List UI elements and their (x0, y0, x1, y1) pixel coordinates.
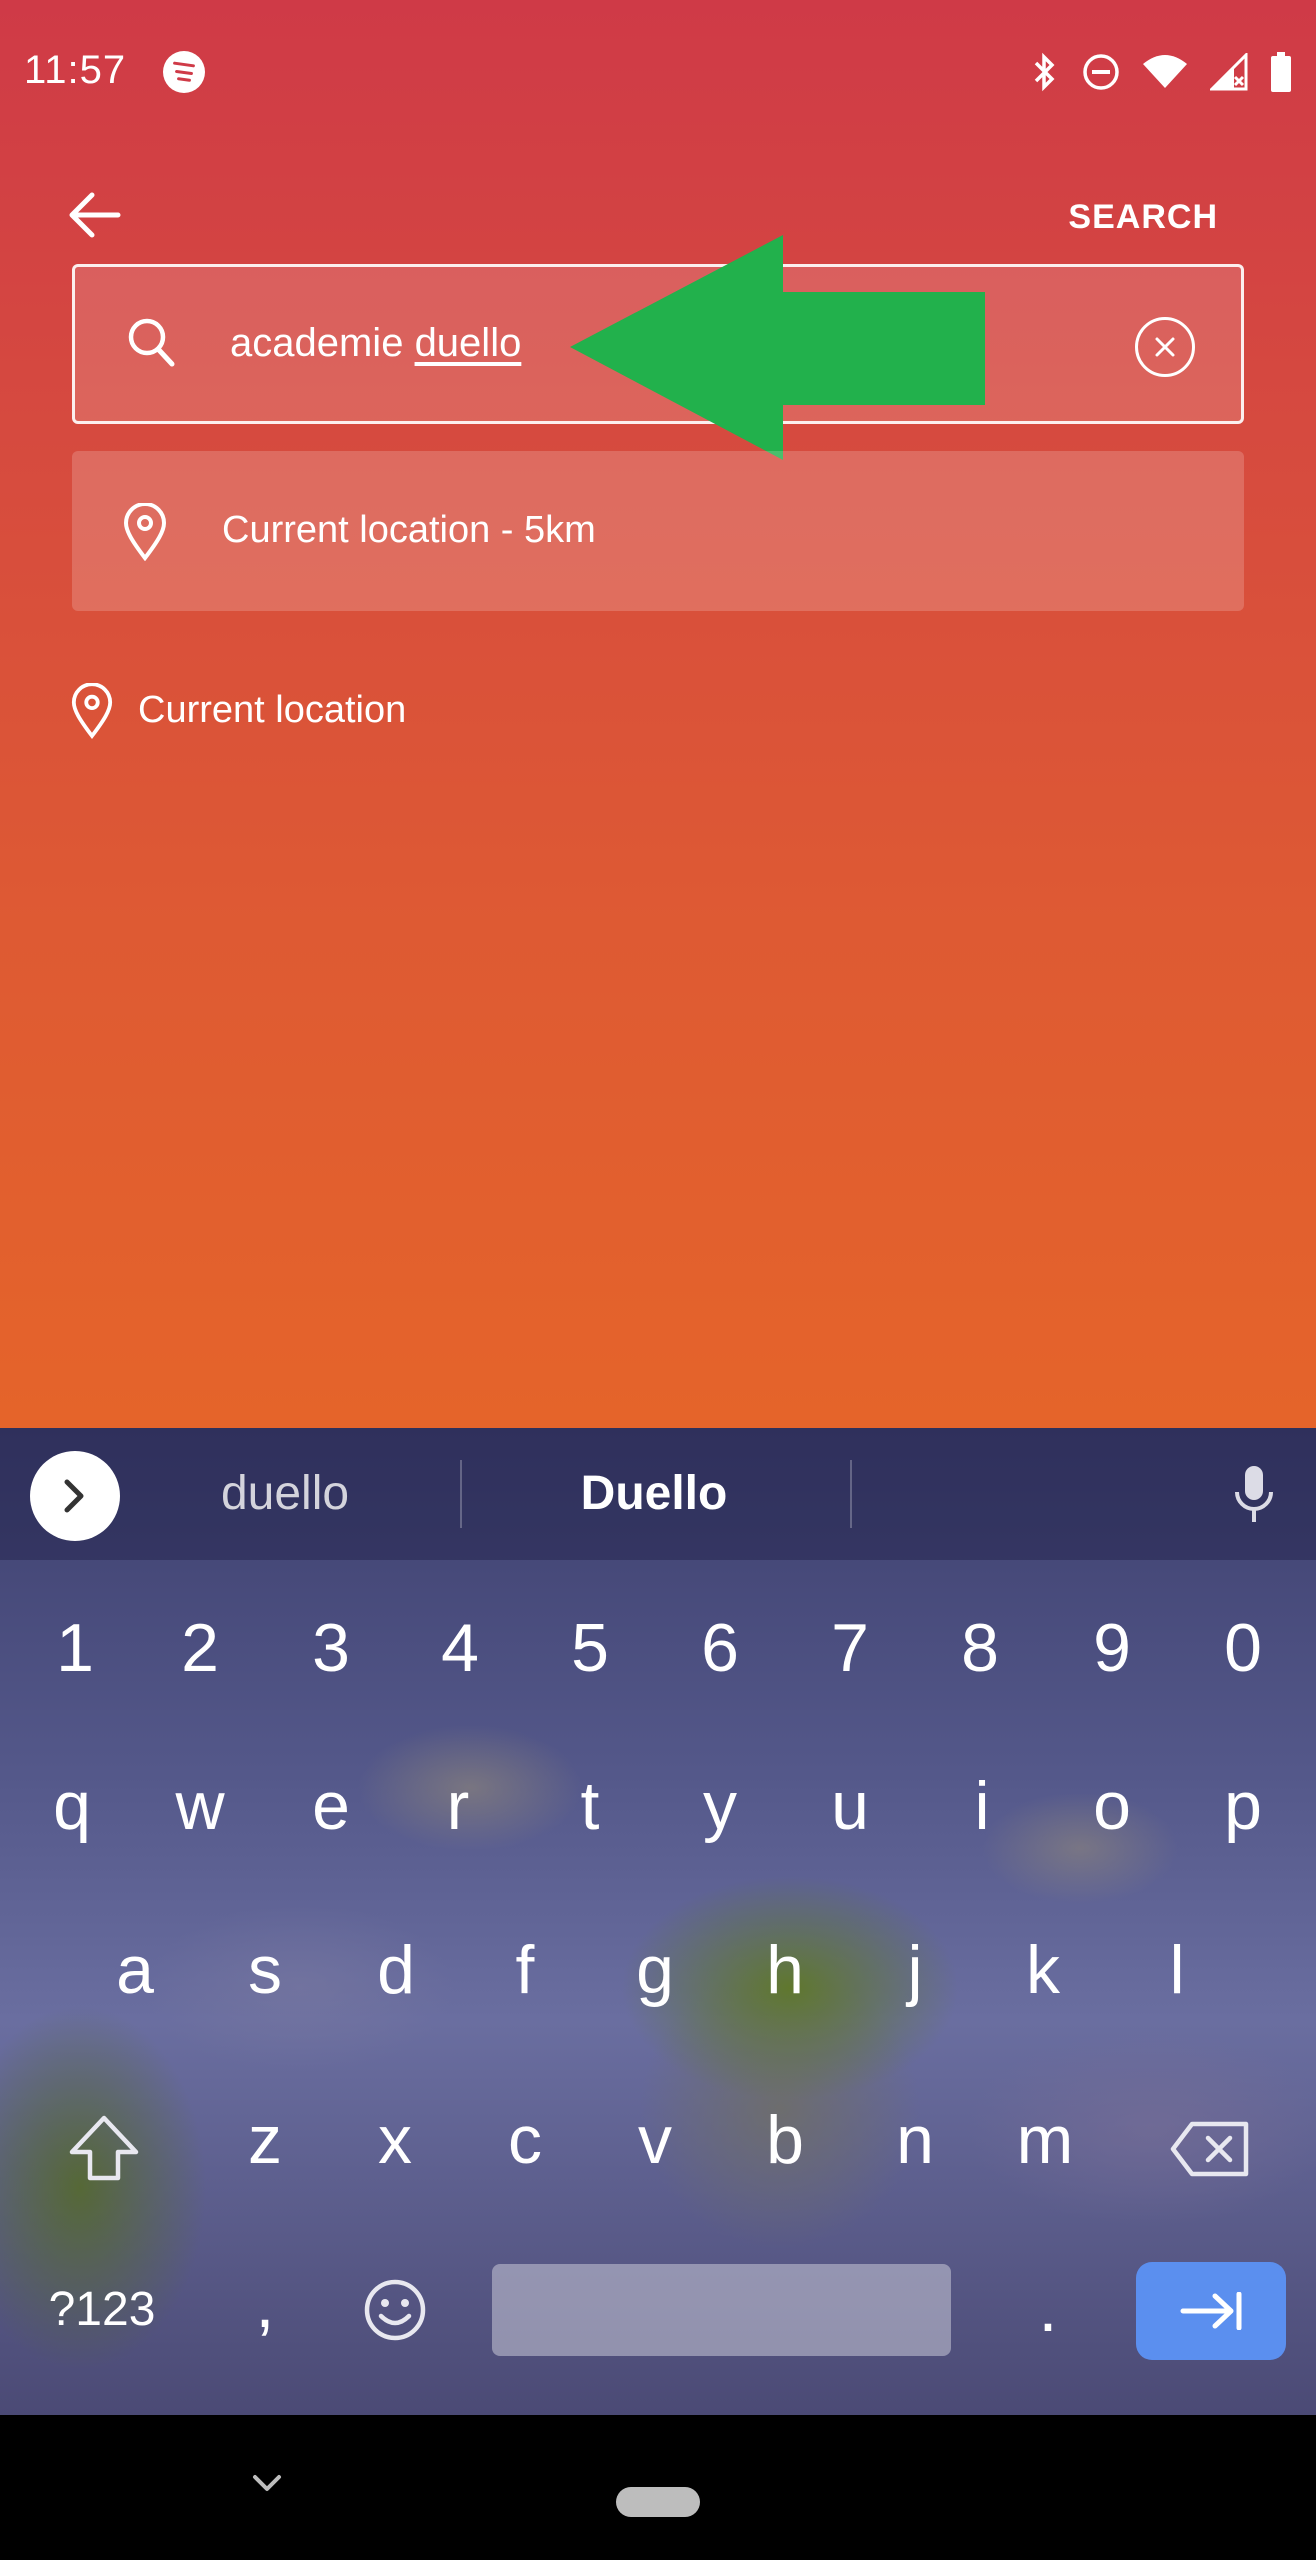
symbols-key[interactable]: ?123 (22, 2250, 182, 2370)
status-bar: 11:57 (0, 0, 1316, 145)
key-k[interactable]: k (983, 1910, 1103, 2030)
location-suggestion[interactable]: Current location - 5km (72, 451, 1244, 611)
key-r[interactable]: r (398, 1746, 518, 1866)
key-d[interactable]: d (336, 1910, 456, 2030)
key-n[interactable]: n (855, 2080, 975, 2200)
key-6[interactable]: 6 (660, 1588, 780, 1708)
key-y[interactable]: y (660, 1746, 780, 1866)
dnd-icon (1083, 54, 1119, 90)
bluetooth-icon (1034, 52, 1055, 92)
keyboard-suggestion-strip: duello Duello (0, 1428, 1316, 1560)
key-o[interactable]: o (1052, 1746, 1172, 1866)
key-3[interactable]: 3 (271, 1588, 391, 1708)
key-j[interactable]: j (855, 1910, 975, 2030)
suggestion-label: Current location - 5km (222, 509, 596, 551)
spotify-icon (163, 51, 205, 93)
keyboard-suggestion[interactable]: duello (125, 1466, 445, 1521)
status-icons (1030, 52, 1292, 92)
key-w[interactable]: w (140, 1746, 260, 1866)
battery-icon (1271, 52, 1291, 92)
key-b[interactable]: b (725, 2080, 845, 2200)
current-location-label: Current location (138, 689, 407, 731)
key-2[interactable]: 2 (140, 1588, 260, 1708)
current-location-item[interactable]: Current location (70, 683, 570, 743)
search-query-text: academie (230, 321, 415, 365)
period-key[interactable]: . (988, 2248, 1108, 2368)
key-5[interactable]: 5 (530, 1588, 650, 1708)
keyboard: duello Duello 1234567890 qwertyuiop asdfgh… (0, 1428, 1316, 2415)
key-m[interactable]: m (985, 2080, 1105, 2200)
mic-icon[interactable] (1232, 1464, 1276, 1526)
emoji-icon[interactable] (363, 2278, 427, 2342)
key-f[interactable]: f (465, 1910, 585, 2030)
keyboard-expand-button[interactable] (30, 1451, 120, 1541)
key-x[interactable]: x (335, 2080, 455, 2200)
key-q[interactable]: q (12, 1746, 132, 1866)
annotation-arrow-icon (570, 235, 985, 460)
location-pin-icon (123, 503, 167, 561)
key-9[interactable]: 9 (1052, 1588, 1172, 1708)
key-i[interactable]: i (922, 1746, 1042, 1866)
key-g[interactable]: g (595, 1910, 715, 2030)
search-query-composing: duello (414, 321, 522, 365)
app-screen: 11:57 SEARCH academie duello Current loc… (0, 0, 1316, 1428)
key-u[interactable]: u (790, 1746, 910, 1866)
enter-icon (1180, 2292, 1242, 2330)
key-1[interactable]: 1 (15, 1588, 135, 1708)
chevron-down-icon[interactable] (252, 2473, 282, 2493)
key-0[interactable]: 0 (1183, 1588, 1303, 1708)
shift-icon[interactable] (68, 2114, 140, 2182)
status-time: 11:57 (24, 48, 127, 92)
comma-key[interactable]: , (205, 2244, 325, 2364)
enter-key[interactable] (1136, 2262, 1286, 2360)
back-arrow-icon (69, 192, 121, 238)
key-z[interactable]: z (205, 2080, 325, 2200)
backspace-icon[interactable] (1170, 2120, 1250, 2178)
suggestion-divider (850, 1460, 852, 1528)
chevron-right-icon (64, 1479, 84, 1513)
key-t[interactable]: t (530, 1746, 650, 1866)
key-c[interactable]: c (465, 2080, 585, 2200)
clear-icon (1155, 337, 1175, 357)
search-icon (128, 318, 175, 367)
key-s[interactable]: s (205, 1910, 325, 2030)
location-pin-icon (71, 683, 113, 739)
back-button[interactable] (66, 190, 126, 240)
key-h[interactable]: h (725, 1910, 845, 2030)
key-l[interactable]: l (1117, 1910, 1237, 2030)
space-key[interactable] (492, 2264, 951, 2356)
key-v[interactable]: v (595, 2080, 715, 2200)
key-4[interactable]: 4 (400, 1588, 520, 1708)
suggestion-divider (460, 1460, 462, 1528)
key-p[interactable]: p (1183, 1746, 1303, 1866)
keyboard-suggestion[interactable]: Duello (494, 1466, 814, 1521)
key-8[interactable]: 8 (920, 1588, 1040, 1708)
signal-icon (1210, 53, 1248, 91)
key-a[interactable]: a (75, 1910, 195, 2030)
search-action-button[interactable]: SEARCH (1068, 198, 1218, 237)
home-pill[interactable] (616, 2487, 700, 2517)
clear-search-button[interactable] (1135, 317, 1195, 377)
wifi-icon (1143, 55, 1187, 88)
search-query[interactable]: academie duello (230, 321, 521, 366)
key-e[interactable]: e (271, 1746, 391, 1866)
key-7[interactable]: 7 (790, 1588, 910, 1708)
